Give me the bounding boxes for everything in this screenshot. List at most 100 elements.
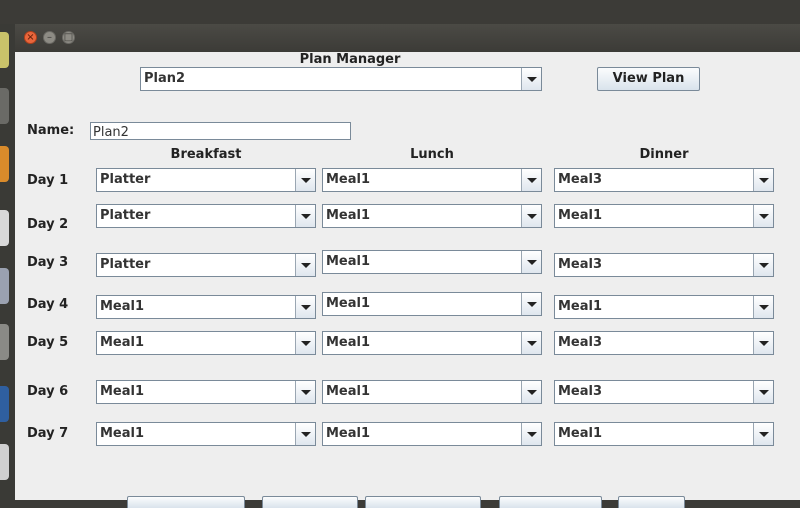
view-plan-button[interactable]: View Plan [597,67,700,91]
select-value: Meal1 [326,426,371,441]
bottom-action-button[interactable] [499,496,602,508]
chevron-down-icon[interactable] [753,254,773,276]
day-label: Day 1 [27,173,69,188]
dinner-select-day7[interactable]: Meal1 [554,422,774,446]
bottom-action-button[interactable] [127,496,245,508]
bottom-action-button[interactable] [262,496,358,508]
bottom-action-button[interactable] [365,496,481,508]
day-label: Day 4 [27,297,69,312]
launcher-app-icon[interactable] [0,146,9,182]
launcher-app-icon[interactable] [0,386,9,422]
launcher-app-icon[interactable] [0,210,9,246]
dinner-select-day5[interactable]: Meal3 [554,331,774,355]
chevron-down-icon[interactable] [521,423,541,445]
select-value: Meal1 [326,208,371,223]
select-value: Platter [100,257,151,272]
breakfast-select-day3[interactable]: Platter [96,253,316,277]
chevron-down-icon[interactable] [295,423,315,445]
column-header-lunch: Lunch [410,147,454,162]
select-value: Meal1 [558,299,603,314]
breakfast-select-day1[interactable]: Platter [96,168,316,192]
bottom-action-button[interactable] [618,496,685,508]
select-value: Meal3 [558,257,603,272]
minimize-window-button[interactable]: – [43,31,56,44]
plan-manager-panel: Plan Manager Plan2 View Plan Name: Plan2… [15,52,800,508]
chevron-down-icon[interactable] [753,296,773,318]
chevron-down-icon[interactable] [753,381,773,403]
breakfast-select-day7[interactable]: Meal1 [96,422,316,446]
close-window-button[interactable]: × [24,31,37,44]
launcher-sidebar [0,24,15,500]
breakfast-select-day5[interactable]: Meal1 [96,331,316,355]
select-value: Meal1 [326,296,371,311]
column-header-breakfast: Breakfast [170,147,242,162]
chevron-down-icon[interactable] [295,332,315,354]
breakfast-select-day6[interactable]: Meal1 [96,380,316,404]
day-label: Day 2 [27,217,69,232]
lunch-select-day5[interactable]: Meal1 [322,331,542,355]
select-value: Meal1 [100,335,145,350]
select-value: Platter [100,208,151,223]
launcher-app-icon[interactable] [0,268,9,304]
chevron-down-icon[interactable] [753,423,773,445]
dinner-select-day1[interactable]: Meal3 [554,168,774,192]
lunch-select-day7[interactable]: Meal1 [322,422,542,446]
plan-select-value: Plan2 [144,71,186,86]
select-value: Meal1 [558,208,603,223]
chevron-down-icon[interactable] [521,251,541,273]
name-label: Name: [27,123,75,138]
chevron-down-icon[interactable] [295,205,315,227]
lunch-select-day2[interactable]: Meal1 [322,204,542,228]
chevron-down-icon[interactable] [521,205,541,227]
select-value: Meal1 [100,384,145,399]
launcher-app-icon[interactable] [0,88,9,124]
close-icon: × [26,32,35,43]
day-label: Day 7 [27,426,69,441]
column-header-dinner: Dinner [639,147,689,162]
chevron-down-icon[interactable] [295,381,315,403]
dinner-select-day3[interactable]: Meal3 [554,253,774,277]
chevron-down-icon[interactable] [753,332,773,354]
lunch-select-day3[interactable]: Meal1 [322,250,542,274]
lunch-select-day1[interactable]: Meal1 [322,168,542,192]
plan-select[interactable]: Plan2 [140,67,542,91]
chevron-down-icon[interactable] [295,296,315,318]
chevron-down-icon[interactable] [521,293,541,315]
chevron-down-icon[interactable] [521,68,541,90]
chevron-down-icon[interactable] [753,169,773,191]
plan-name-field[interactable]: Plan2 [90,122,351,140]
breakfast-select-day4[interactable]: Meal1 [96,295,316,319]
page-title: Plan Manager [299,52,401,67]
maximize-window-button[interactable]: □ [62,31,75,44]
dinner-select-day2[interactable]: Meal1 [554,204,774,228]
chevron-down-icon[interactable] [521,332,541,354]
launcher-app-icon[interactable] [0,324,9,360]
chevron-down-icon[interactable] [521,381,541,403]
select-value: Meal3 [558,384,603,399]
select-value: Meal1 [326,254,371,269]
launcher-app-icon[interactable] [0,444,9,480]
breakfast-select-day2[interactable]: Platter [96,204,316,228]
select-value: Meal1 [100,299,145,314]
chevron-down-icon[interactable] [753,205,773,227]
minimize-icon: – [47,32,52,43]
select-value: Meal1 [558,426,603,441]
dinner-select-day4[interactable]: Meal1 [554,295,774,319]
chevron-down-icon[interactable] [521,169,541,191]
select-value: Meal1 [100,426,145,441]
launcher-app-icon[interactable] [0,32,9,68]
lunch-select-day4[interactable]: Meal1 [322,292,542,316]
system-top-bar [0,0,800,24]
day-label: Day 5 [27,335,69,350]
chevron-down-icon[interactable] [295,254,315,276]
lunch-select-day6[interactable]: Meal1 [322,380,542,404]
select-value: Meal1 [326,172,371,187]
select-value: Meal1 [326,335,371,350]
maximize-icon: □ [63,32,74,43]
window-titlebar: × – □ [15,24,800,53]
select-value: Meal3 [558,172,603,187]
chevron-down-icon[interactable] [295,169,315,191]
day-label: Day 3 [27,255,69,270]
dinner-select-day6[interactable]: Meal3 [554,380,774,404]
day-label: Day 6 [27,384,69,399]
